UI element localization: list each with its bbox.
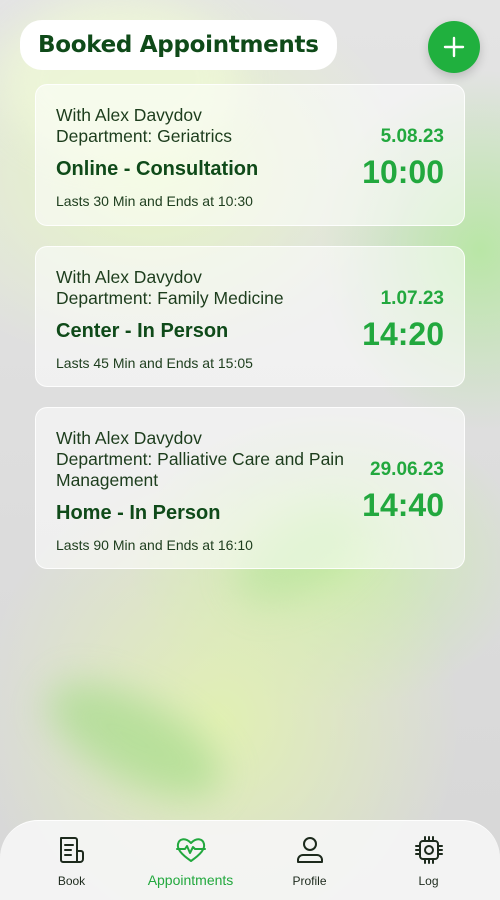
chip-icon xyxy=(414,835,443,864)
nav-item-log[interactable]: Log xyxy=(374,834,484,888)
background-blob xyxy=(32,660,238,820)
plus-icon xyxy=(443,36,465,58)
page-header: Booked Appointments xyxy=(20,20,337,70)
appointment-type: Home - In Person xyxy=(56,502,221,524)
appointment-date: 29.06.23 xyxy=(370,459,444,480)
appointment-card[interactable]: With Alex Davydov Department: Palliative… xyxy=(35,407,465,569)
nav-label: Profile xyxy=(292,873,327,888)
department: Department: Geriatrics xyxy=(56,126,233,146)
appointment-duration: Lasts 30 Min and Ends at 10:30 xyxy=(56,193,253,209)
department: Department: Family Medicine xyxy=(56,288,284,308)
nav-item-profile[interactable]: Profile xyxy=(255,834,365,888)
nav-label: Appointments xyxy=(147,871,234,888)
heart-pulse-icon xyxy=(175,837,206,862)
document-icon xyxy=(59,836,84,863)
appointment-type: Center - In Person xyxy=(56,320,229,342)
appointment-duration: Lasts 90 Min and Ends at 16:10 xyxy=(56,537,253,553)
appointment-duration: Lasts 45 Min and Ends at 15:05 xyxy=(56,355,253,371)
nav-label: Book xyxy=(57,873,86,888)
appointment-date: 5.08.23 xyxy=(380,126,444,147)
department: Department: Palliative Care and Pain Man… xyxy=(56,449,344,490)
appointment-type: Online - Consultation xyxy=(56,158,259,180)
appointment-card[interactable]: With Alex Davydov Department: Geriatrics… xyxy=(35,84,465,226)
appointment-time: 10:00 xyxy=(362,154,444,190)
appointment-time: 14:20 xyxy=(362,315,444,352)
appointment-time: 14:40 xyxy=(362,487,444,523)
bottom-nav: Book Appointments Profile Log xyxy=(0,820,500,900)
doctor-name: With Alex Davydov xyxy=(56,428,202,448)
appointment-card[interactable]: With Alex Davydov Department: Family Med… xyxy=(35,246,465,387)
nav-label: Log xyxy=(418,873,439,888)
page-title: Booked Appointments xyxy=(38,32,319,58)
user-icon xyxy=(296,836,323,863)
doctor-name: With Alex Davydov xyxy=(56,105,202,125)
nav-item-book[interactable]: Book xyxy=(17,834,127,888)
nav-item-appointments[interactable]: Appointments xyxy=(136,834,246,888)
add-appointment-button[interactable] xyxy=(428,21,480,73)
appointment-list: With Alex Davydov Department: Geriatrics… xyxy=(35,84,465,589)
doctor-name: With Alex Davydov xyxy=(56,267,202,287)
appointment-date: 1.07.23 xyxy=(380,287,444,309)
